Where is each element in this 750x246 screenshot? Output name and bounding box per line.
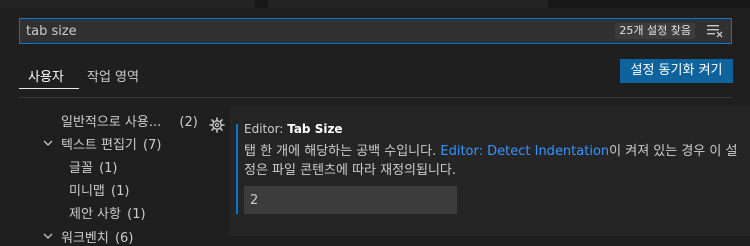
active-tab-underline (19, 88, 79, 89)
toc-item-count: (2) (179, 115, 198, 130)
gear-icon[interactable] (209, 117, 225, 133)
search-box[interactable]: 25개 설정 찾음 (19, 18, 732, 44)
chevron-down-icon[interactable] (43, 139, 53, 147)
tab-user[interactable]: 사용자 (28, 66, 64, 85)
setting-item-tab-size: Editor: Tab Size 탭 한 개에 해당하는 공백 수입니다. Ed… (230, 106, 750, 236)
setting-name: Tab Size (287, 122, 343, 136)
tab-size-input[interactable] (244, 186, 457, 214)
sync-settings-button[interactable]: 설정 동기화 켜기 (620, 59, 733, 83)
setting-description: 탭 한 개에 해당하는 공백 수입니다. Editor: Detect Inde… (244, 142, 740, 180)
toc-item-label: 미니맵 (69, 184, 105, 199)
focus-indicator (236, 124, 238, 214)
top-strip-segment (0, 0, 255, 8)
result-count-badge: 25개 설정 찾음 (615, 23, 695, 39)
toc-item-count: (1) (111, 184, 130, 199)
setting-category: Editor: (244, 122, 284, 136)
toc-item-text-editor[interactable]: 텍스트 편집기 (7) (61, 134, 161, 153)
tab-workspace[interactable]: 작업 영역 (87, 66, 139, 85)
toc-item-label: 제안 사항 (69, 207, 121, 222)
toc-item-count: (1) (99, 161, 118, 176)
chevron-down-icon[interactable] (43, 232, 53, 240)
toc-item-minimap[interactable]: 미니맵 (1) (69, 180, 129, 199)
top-strip (0, 0, 750, 8)
toc-item-label: 텍스트 편집기 (61, 138, 137, 153)
detect-indentation-link[interactable]: Editor: Detect Indentation (440, 144, 609, 159)
top-strip-segment (268, 0, 548, 8)
toc-item-commonly-used[interactable]: 일반적으로 사용... (2) (61, 111, 198, 130)
toc-item-workbench[interactable]: 워크벤치 (6) (61, 227, 133, 246)
setting-desc-text: 탭 한 개에 해당하는 공백 수입니다. (244, 144, 441, 159)
toc-item-label: 일반적으로 사용... (61, 115, 162, 130)
setting-title: Editor: Tab Size (244, 122, 343, 136)
header-divider (19, 97, 732, 98)
search-input[interactable] (26, 19, 606, 43)
toc-item-font[interactable]: 글꼴 (1) (69, 157, 117, 176)
toc-item-label: 글꼴 (69, 161, 93, 176)
toc-item-suggestions[interactable]: 제안 사항 (1) (69, 203, 146, 222)
toc-item-count: (7) (143, 138, 162, 153)
toc-item-count: (1) (127, 207, 146, 222)
filter-clear-icon[interactable] (707, 24, 723, 38)
